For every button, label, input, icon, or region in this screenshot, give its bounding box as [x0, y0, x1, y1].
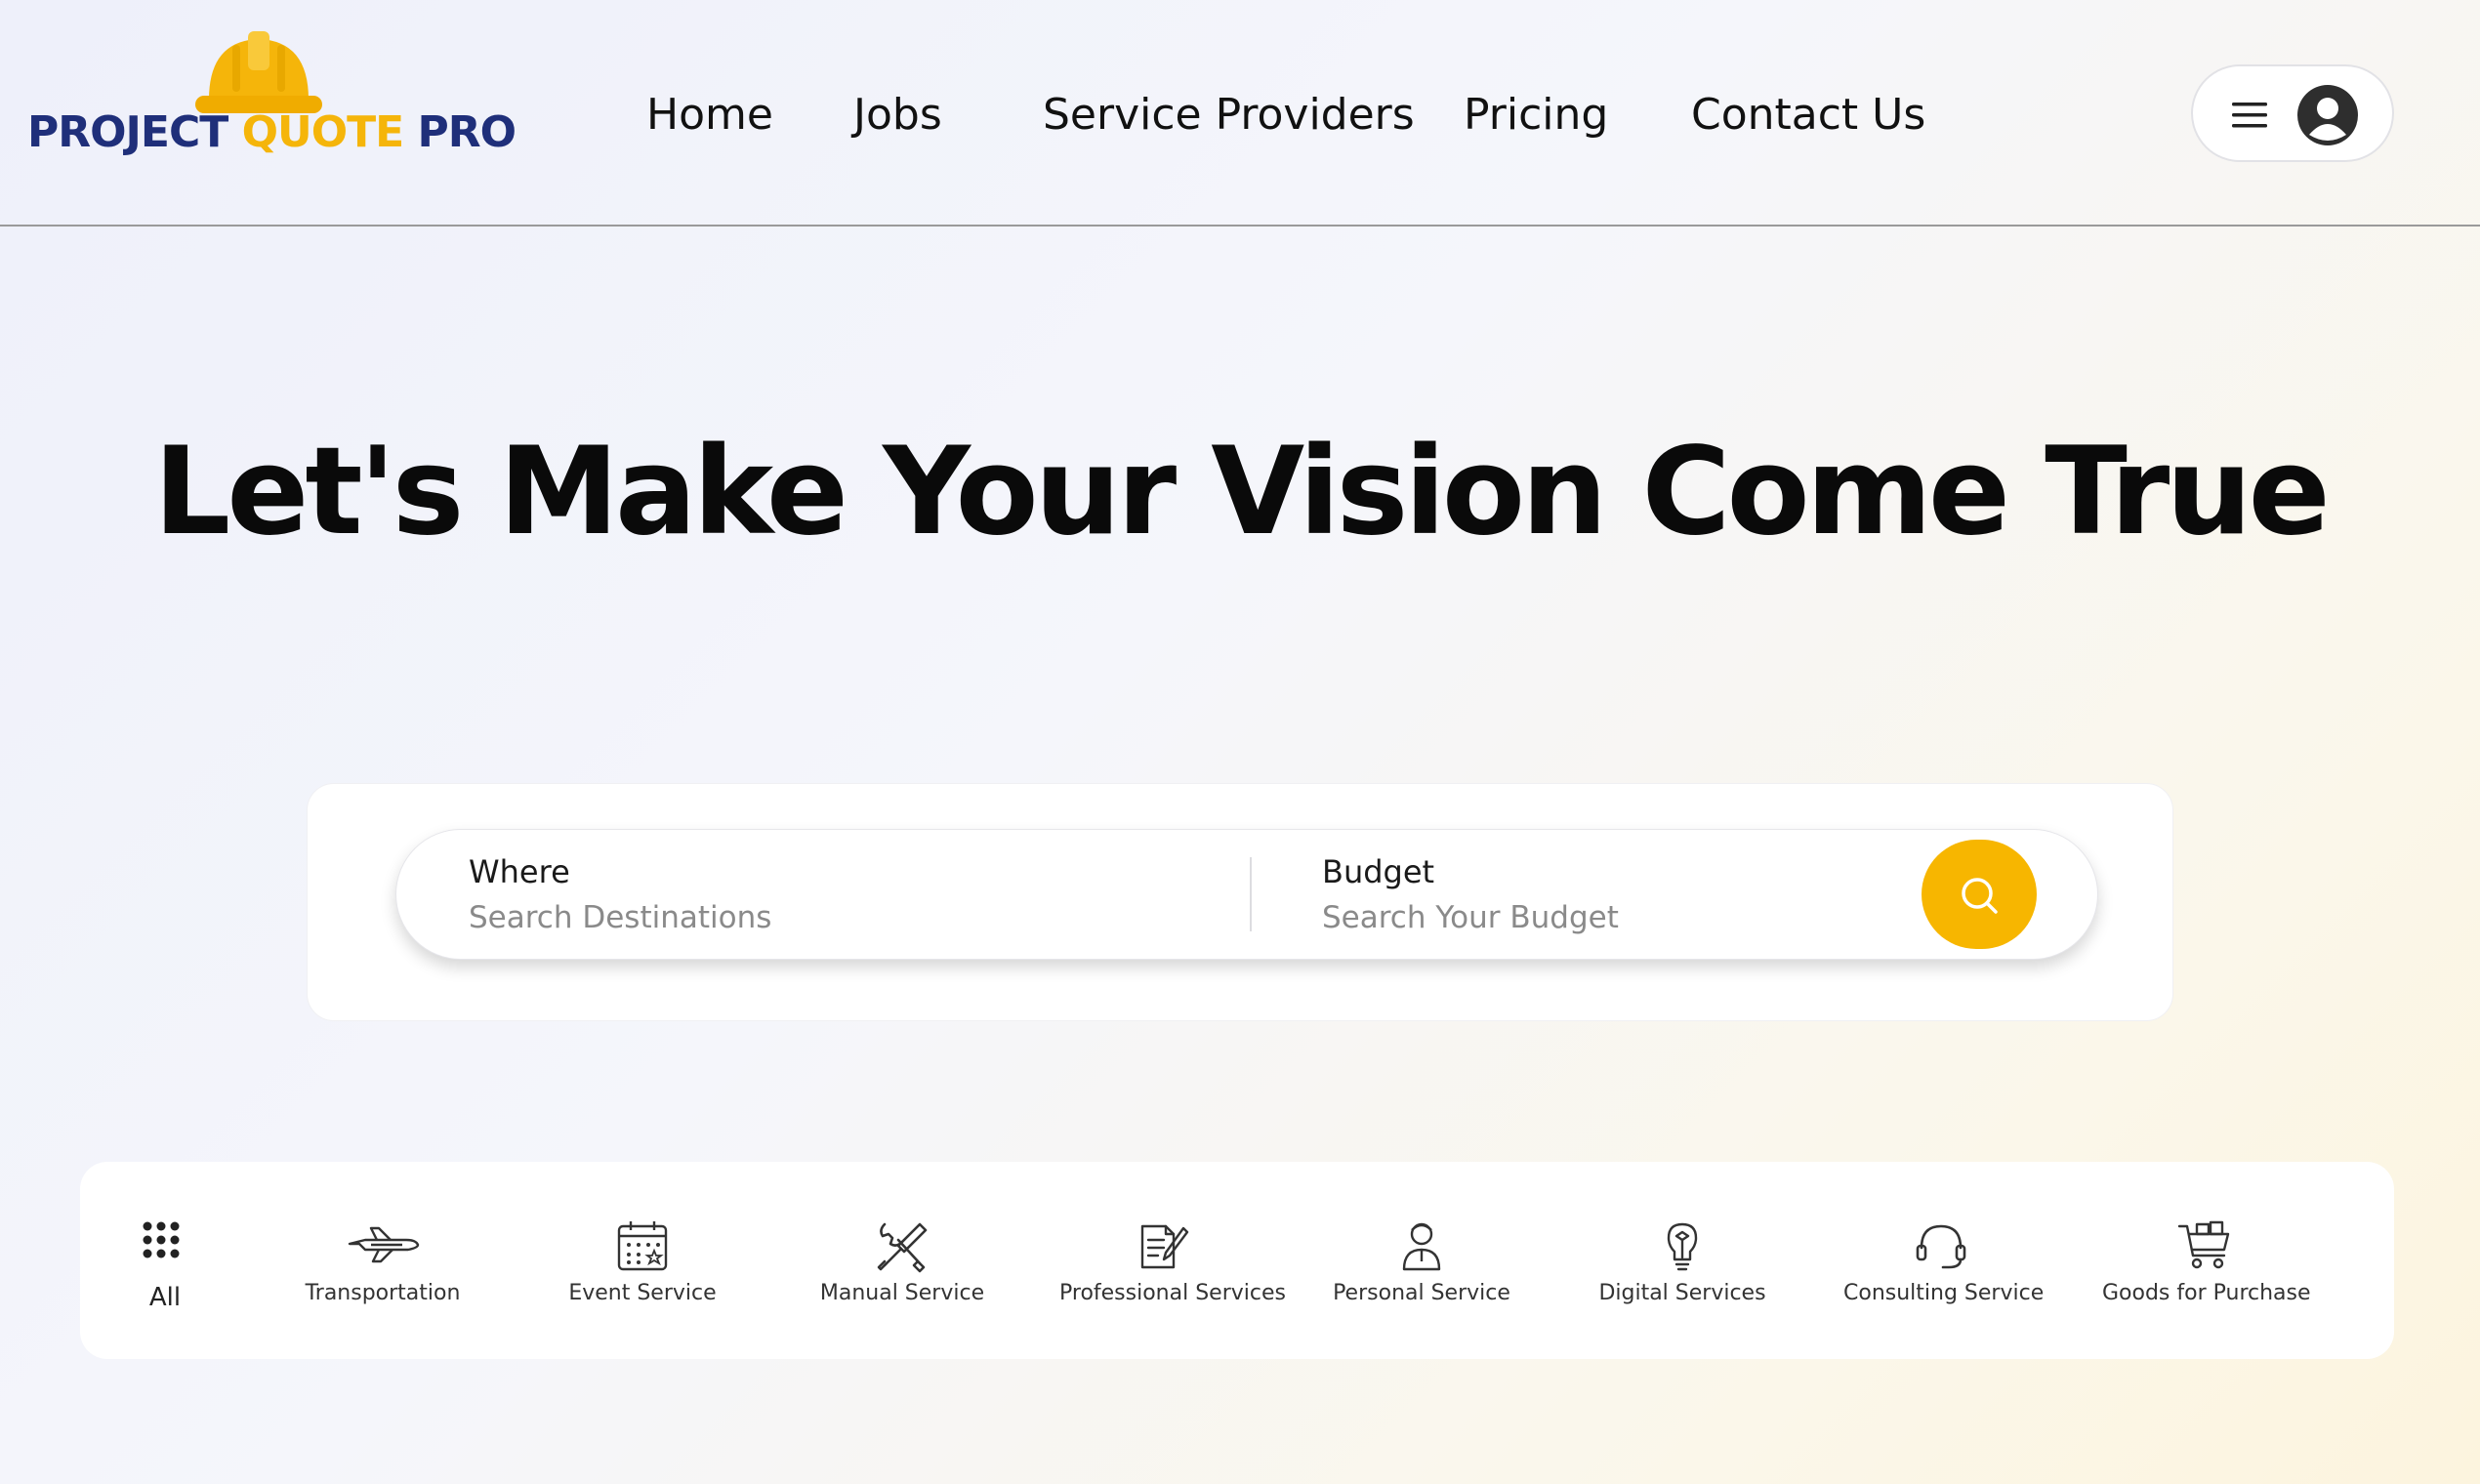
category-manual-service[interactable]: Manual Service: [805, 1162, 1000, 1359]
headset-icon: [1916, 1224, 1966, 1269]
nav-pricing[interactable]: Pricing: [1464, 90, 1608, 140]
hamburger-menu-icon: [2232, 103, 2267, 128]
category-label: Manual Service: [819, 1281, 985, 1305]
site-header: PROJECT QUOTE PRO Home Jobs Service Prov…: [0, 0, 2480, 227]
category-label: All: [148, 1283, 182, 1312]
category-event-service[interactable]: Event Service: [545, 1162, 740, 1359]
budget-field[interactable]: Budget: [1322, 853, 1869, 935]
category-personal-service[interactable]: Personal Service: [1324, 1162, 1519, 1359]
user-menu-button[interactable]: [2191, 64, 2394, 162]
where-input[interactable]: [469, 900, 1133, 935]
category-label: Digital Services: [1598, 1281, 1766, 1305]
person-icon: [1402, 1222, 1441, 1271]
tools-icon: [877, 1222, 928, 1273]
search-icon: [1962, 878, 1998, 914]
where-field[interactable]: Where: [469, 853, 1133, 935]
logo-text-part3: PRO: [403, 107, 517, 157]
category-label: Consulting Service: [1843, 1281, 2045, 1305]
search-card: Where Budget: [307, 783, 2173, 1021]
budget-label: Budget: [1322, 853, 1435, 890]
airplane-icon: [348, 1226, 420, 1263]
hero-title: Let's Make Your Vision Come True: [153, 422, 2330, 562]
category-label: Goods for Purchase: [2102, 1281, 2311, 1305]
category-label: Event Service: [568, 1281, 717, 1305]
category-consulting-service[interactable]: Consulting Service: [1843, 1162, 2045, 1359]
category-label: Personal Service: [1333, 1281, 1510, 1305]
logo-text-part2: QUOTE: [241, 107, 405, 157]
nav-home[interactable]: Home: [646, 90, 773, 140]
where-label: Where: [469, 853, 570, 890]
category-digital-services[interactable]: Digital Services: [1585, 1162, 1780, 1359]
category-label: Transportation: [305, 1281, 461, 1305]
calendar-icon: [617, 1221, 668, 1271]
nav-jobs[interactable]: Jobs: [853, 90, 942, 140]
grid-dots-icon: [143, 1221, 180, 1258]
search-bar: Where Budget: [395, 829, 2098, 960]
nav-service-providers[interactable]: Service Providers: [1043, 90, 1415, 140]
category-goods-for-purchase[interactable]: Goods for Purchase: [2102, 1162, 2311, 1359]
search-divider: [1250, 857, 1252, 931]
nav-contact-us[interactable]: Contact Us: [1691, 90, 1925, 140]
budget-input[interactable]: [1322, 900, 1869, 935]
user-avatar-icon: [2297, 85, 2358, 145]
category-bar: All Transportation Event Service Manual …: [80, 1162, 2394, 1359]
logo-text-part1: PROJECT: [27, 107, 242, 157]
logo-text: PROJECT QUOTE PRO: [27, 107, 517, 157]
lightbulb-icon: [1667, 1222, 1698, 1271]
category-all[interactable]: All: [123, 1162, 207, 1359]
document-pen-icon: [1140, 1224, 1189, 1269]
cart-icon: [2177, 1220, 2230, 1269]
hard-hat-icon: [195, 31, 322, 113]
category-label: Professional Services: [1059, 1281, 1286, 1305]
logo[interactable]: PROJECT QUOTE PRO: [27, 27, 517, 164]
category-professional-services[interactable]: Professional Services: [1059, 1162, 1286, 1359]
category-transportation[interactable]: Transportation: [285, 1162, 480, 1359]
search-button[interactable]: [1922, 840, 2037, 949]
